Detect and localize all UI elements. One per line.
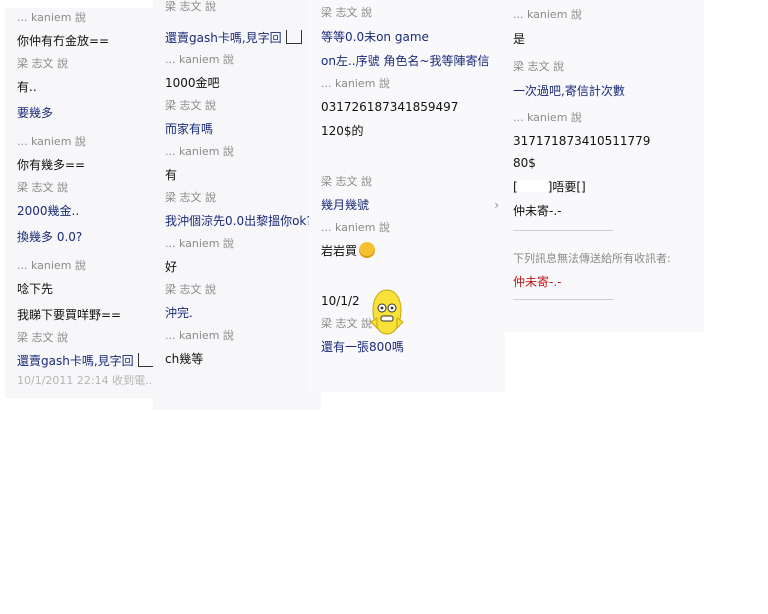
message-text: 是 (513, 32, 526, 46)
date-text: 10/1/2 (321, 294, 360, 308)
message-text: 80$ (513, 156, 536, 170)
sender-name: 梁 志文 說 (321, 6, 372, 19)
message-text: 而家有嗎 (165, 122, 214, 136)
divider (513, 230, 613, 231)
delivery-failure-notice: 下列訊息無法傳送給所有收訊者: (513, 252, 671, 265)
sender-name: 梁 志文 說 (165, 191, 216, 204)
message-text: 要幾多 (17, 106, 54, 120)
chat-panel-2: 梁 志文 說 還賣gash卡嗎,見字回 ... kaniem 說 1000金吧 … (153, 0, 321, 410)
redacted-block (517, 180, 548, 192)
emoticon-icon (285, 30, 302, 44)
sender-name: ... kaniem 說 (321, 77, 390, 90)
sender-name: ... kaniem 說 (17, 135, 86, 148)
message-text: 仲未寄-.- (513, 204, 562, 218)
divider (513, 299, 613, 300)
message-text: 有.. (17, 80, 37, 94)
chat-panel-3: 梁 志文 說 等等0.0未on game on左..序號 角色名~我等陣寄信 .… (309, 0, 505, 392)
message-text: 沖完. (165, 306, 193, 320)
chat-message: 梁 志文 說 2000幾金.. 換幾多 0.0? (17, 178, 155, 250)
sender-name: ... kaniem 說 (321, 221, 390, 234)
message-text: 還有一張800嗎 (321, 340, 404, 354)
chevron-right-icon[interactable]: › (494, 192, 499, 218)
sender-name: ... kaniem 說 (17, 259, 86, 272)
yellow-character-sticker-icon (370, 289, 404, 335)
sender-name: ... kaniem 說 (165, 53, 234, 66)
message-text: 一次過吧,寄信計次數 (513, 84, 625, 98)
timestamp-footer: 10/1/2011 22:14 收到電... (17, 374, 155, 387)
sender-name: 梁 志文 說 (17, 331, 68, 344)
message-text: 1000金吧 (165, 76, 220, 90)
sender-name: 梁 志文 說 (321, 175, 372, 188)
message-text: 031726187341859497 (321, 100, 459, 114)
sender-name: ... kaniem 說 (165, 145, 234, 158)
chat-message: 梁 志文 說 有.. 要幾多 (17, 54, 155, 126)
smiley-emoticon-icon (359, 242, 376, 258)
failed-message-text: 仲未寄-.- (513, 275, 562, 289)
message-text: 有 (165, 168, 178, 182)
sender-name: 梁 志文 說 (165, 283, 216, 296)
message-text: 2000幾金.. (17, 204, 80, 218)
chat-panel-1: ... kaniem 說 你仲有冇金放== 梁 志文 說 有.. 要幾多 ...… (5, 8, 155, 398)
message-text: 我睇下要買咩野== (17, 308, 122, 322)
sender-name: 梁 志文 說 (17, 57, 68, 70)
chat-message: ... kaniem 說 你仲有冇金放== (17, 8, 155, 54)
chat-message: 梁 志文 說 還賣gash卡嗎,見字回 (17, 328, 155, 374)
message-text: 你仲有冇金放== (17, 34, 110, 48)
sender-name: 梁 志文 說 (165, 99, 216, 112)
message-text: 317171873410511779 (513, 134, 651, 148)
message-text: 岩岩買 (321, 238, 505, 264)
chat-message: ... kaniem 說 唸下先 我睇下要買咩野== (17, 256, 155, 328)
message-text: 唸下先 (17, 282, 54, 296)
sender-name: 梁 志文 說 (321, 317, 372, 330)
sender-name: ... kaniem 說 (165, 329, 234, 342)
message-text: 120$的 (321, 124, 364, 138)
sender-name: ... kaniem 說 (165, 237, 234, 250)
message-text: 還賣gash卡嗎,見字回 (165, 14, 321, 45)
message-text: []唔要[] (513, 180, 586, 194)
sender-name: 梁 志文 說 (165, 0, 216, 13)
sender-name: 梁 志文 說 (17, 181, 68, 194)
emoticon-icon (137, 353, 154, 367)
message-text: 你有幾多== (17, 158, 86, 172)
chat-panel-4: ... kaniem 說 是 梁 志文 說 一次過吧,寄信計次數 ... kan… (501, 0, 704, 332)
message-text: 還賣gash卡嗎,見字回 (17, 348, 155, 374)
message-text: 等等0.0未on game (321, 30, 429, 44)
message-text: 換幾多 0.0? (17, 230, 83, 244)
sender-name: ... kaniem 說 (513, 8, 582, 21)
sender-name: ... kaniem 說 (513, 111, 582, 124)
message-text: on左..序號 角色名~我等陣寄信 (321, 54, 490, 68)
message-text: ch幾等 (165, 352, 204, 366)
sender-name: 梁 志文 說 (513, 60, 564, 73)
message-text: 我沖個涼先0.0出黎搵你ok? (165, 214, 313, 228)
chat-message: ... kaniem 說 你有幾多== (17, 132, 155, 178)
message-text: 幾月幾號 › (321, 192, 505, 218)
sender-name: ... kaniem 說 (17, 11, 86, 24)
message-text: 好 (165, 260, 178, 274)
